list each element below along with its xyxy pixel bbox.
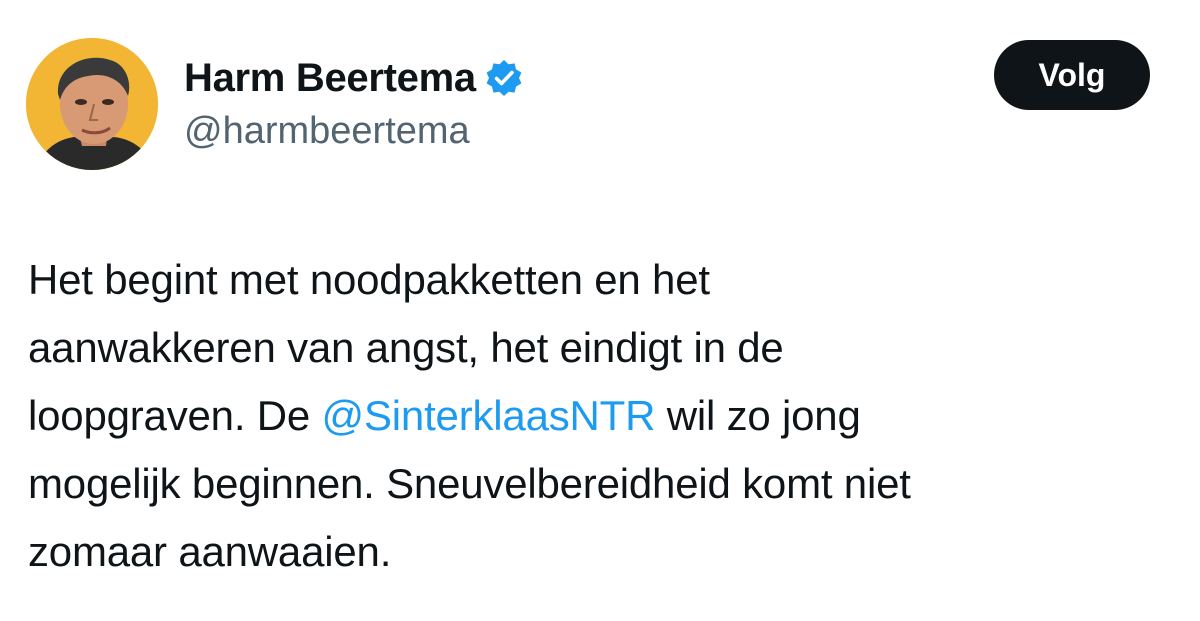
mention-link[interactable]: @SinterklaasNTR <box>322 392 656 439</box>
tweet-line: aanwakkeren van angst, het eindigt in de <box>28 324 784 371</box>
tweet-line: zomaar aanwaaien. <box>28 528 392 575</box>
tweet-text-segment: loopgraven. De <box>28 392 322 439</box>
tweet-line: loopgraven. De @SinterklaasNTR wil zo jo… <box>28 382 1178 450</box>
author-handle[interactable]: @harmbeertema <box>184 108 470 154</box>
author-display-name[interactable]: Harm Beertema <box>184 54 476 102</box>
verified-badge-icon <box>484 58 524 98</box>
author-name-row: Harm Beertema <box>184 54 524 102</box>
tweet-line: mogelijk beginnen. Sneuvelbereidheid kom… <box>28 460 911 507</box>
follow-button[interactable]: Volg <box>994 40 1150 110</box>
tweet-card: Harm Beertema @harmbeertema Volg Het beg… <box>0 0 1200 621</box>
author-avatar[interactable] <box>26 38 158 170</box>
avatar-portrait <box>26 38 158 170</box>
tweet-text: Het begint met noodpakketten en het aanw… <box>28 246 1178 586</box>
tweet-text-segment: wil zo jong <box>655 392 861 439</box>
tweet-line: Het begint met noodpakketten en het <box>28 256 710 303</box>
